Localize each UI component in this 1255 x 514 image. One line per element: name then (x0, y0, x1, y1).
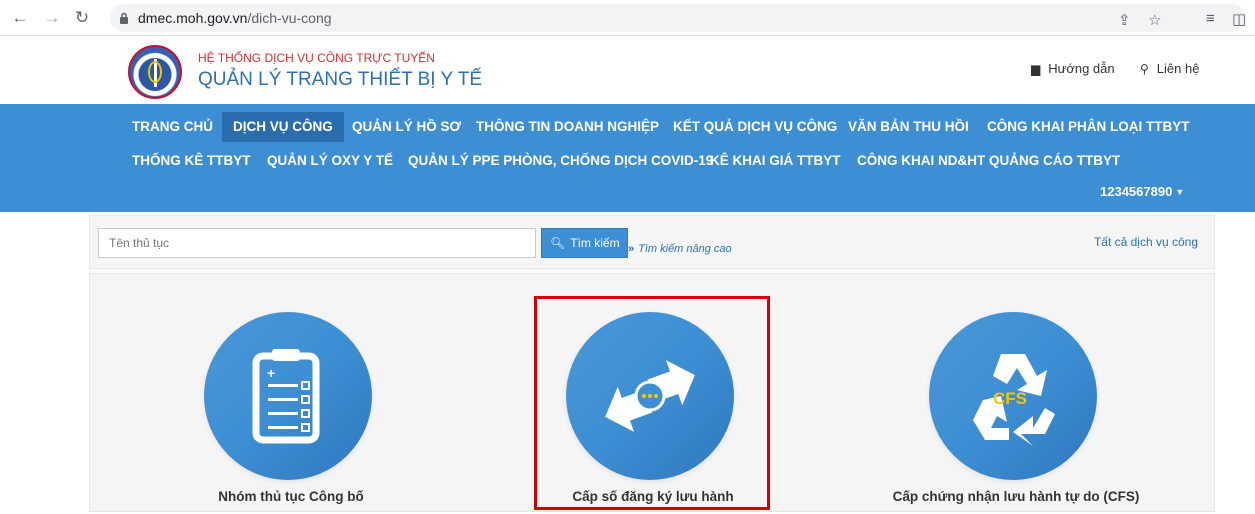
nav-business-info[interactable]: THÔNG TIN DOANH NGHIỆP (465, 112, 670, 142)
nav-recalled-documents[interactable]: VĂN BẢN THU HỒI (837, 112, 980, 142)
card-label[interactable]: Nhóm thủ tục Công bố (131, 489, 451, 504)
card-announcement-procedures[interactable]: + Nhóm thủ tục Công bố (171, 274, 411, 514)
ministry-logo[interactable] (128, 45, 182, 99)
nav-medical-oxygen[interactable]: QUẢN LÝ OXY Y TẾ (256, 146, 404, 176)
main-navigation: TRANG CHỦ DỊCH VỤ CÔNG QUẢN LÝ HỒ SƠ THÔ… (0, 104, 1255, 212)
reading-list-icon[interactable]: ≡ (1206, 10, 1215, 27)
user-menu[interactable]: 1234567890 ▼ (1100, 184, 1184, 199)
search-icon: 🔍︎ (550, 236, 566, 250)
search-panel: 🔍︎ Tìm kiếm »Tìm kiếm nâng cao Tất cả dịc… (89, 215, 1215, 269)
cfs-badge: CFS (993, 389, 1027, 408)
svg-text:+: + (267, 365, 275, 381)
browser-toolbar: ← → ↻ dmec.moh.gov.vn/dich-vu-cong ⇪ ☆ ≡… (0, 0, 1255, 36)
map-marker-icon: ⚲ (1140, 62, 1149, 76)
card-free-sale-certificate[interactable]: CFS Cấp chứng nhận lưu hành tự do (CFS) (893, 274, 1139, 514)
clipboard-list-icon: + (252, 349, 320, 444)
nav-advertising-disclosure[interactable]: CÔNG KHAI ND&HT QUẢNG CÁO TTBYT (846, 146, 1131, 176)
nav-statistics[interactable]: THỐNG KÊ TTBYT (121, 146, 262, 176)
site-header: HỆ THỐNG DỊCH VỤ CÔNG TRỰC TUYẾN QUẢN LÝ… (0, 37, 1255, 104)
card-circle[interactable]: + (204, 312, 372, 480)
search-button[interactable]: 🔍︎ Tìm kiếm (541, 228, 628, 258)
forward-arrow-icon[interactable]: → (42, 8, 62, 28)
address-bar[interactable]: dmec.moh.gov.vn/dich-vu-cong ⇪ ☆ (110, 4, 1246, 32)
bookmark-star-icon[interactable]: ☆ (1148, 11, 1161, 29)
side-panel-icon[interactable]: ◫ (1232, 10, 1246, 28)
nav-service-results[interactable]: KẾT QUẢ DỊCH VỤ CÔNG (662, 112, 848, 142)
url-text: dmec.moh.gov.vn/dich-vu-cong (138, 10, 332, 26)
procedure-search-input[interactable] (98, 228, 536, 258)
back-arrow-icon[interactable]: ← (10, 8, 30, 28)
all-services-link[interactable]: Tất cả dịch vụ công (1094, 235, 1198, 249)
advanced-search-label: Tìm kiếm nâng cao (638, 243, 732, 255)
lock-icon (120, 12, 128, 24)
nav-price-declaration[interactable]: KÊ KHAI GIÁ TTBYT (699, 146, 852, 176)
nav-public-services[interactable]: DỊCH VỤ CÔNG (222, 112, 344, 142)
share-icon[interactable]: ⇪ (1118, 11, 1131, 29)
reload-icon[interactable]: ↻ (72, 8, 92, 28)
card-circle[interactable]: CFS (929, 312, 1097, 480)
snake-icon (148, 61, 162, 83)
guide-link-label: Hướng dẫn (1048, 61, 1115, 76)
card-label[interactable]: Cấp chứng nhận lưu hành tự do (CFS) (856, 489, 1176, 504)
user-id: 1234567890 (1100, 184, 1173, 199)
guide-link[interactable]: ▆ Hướng dẫn (1031, 61, 1115, 76)
nav-home[interactable]: TRANG CHỦ (121, 112, 224, 142)
url-domain: dmec.moh.gov.vn (138, 10, 248, 26)
system-name[interactable]: QUẢN LÝ TRANG THIẾT BỊ Y TẾ (198, 69, 482, 91)
nav-dossier-management[interactable]: QUẢN LÝ HỒ SƠ (341, 112, 472, 142)
advanced-search-link[interactable]: » Tìm kiếm nâng cao (628, 243, 732, 255)
double-chevron-icon: » (628, 243, 635, 255)
contact-link-label: Liên hệ (1156, 61, 1200, 76)
system-label: HỆ THỐNG DỊCH VỤ CÔNG TRỰC TUYẾN (198, 51, 435, 65)
url-path: /dich-vu-cong (247, 10, 332, 26)
caret-down-icon: ▼ (1175, 187, 1185, 197)
nav-classification-disclosure[interactable]: CÔNG KHAI PHÂN LOẠI TTBYT (976, 112, 1201, 142)
recycle-cfs-icon: CFS (973, 354, 1055, 446)
book-icon: ▆ (1031, 62, 1041, 76)
contact-link[interactable]: ⚲ Liên hệ (1140, 61, 1199, 76)
highlight-box (534, 296, 770, 510)
nav-ppe-covid[interactable]: QUẢN LÝ PPE PHÒNG, CHỐNG DỊCH COVID-19 (397, 146, 724, 176)
search-button-label: Tìm kiếm (570, 236, 620, 250)
